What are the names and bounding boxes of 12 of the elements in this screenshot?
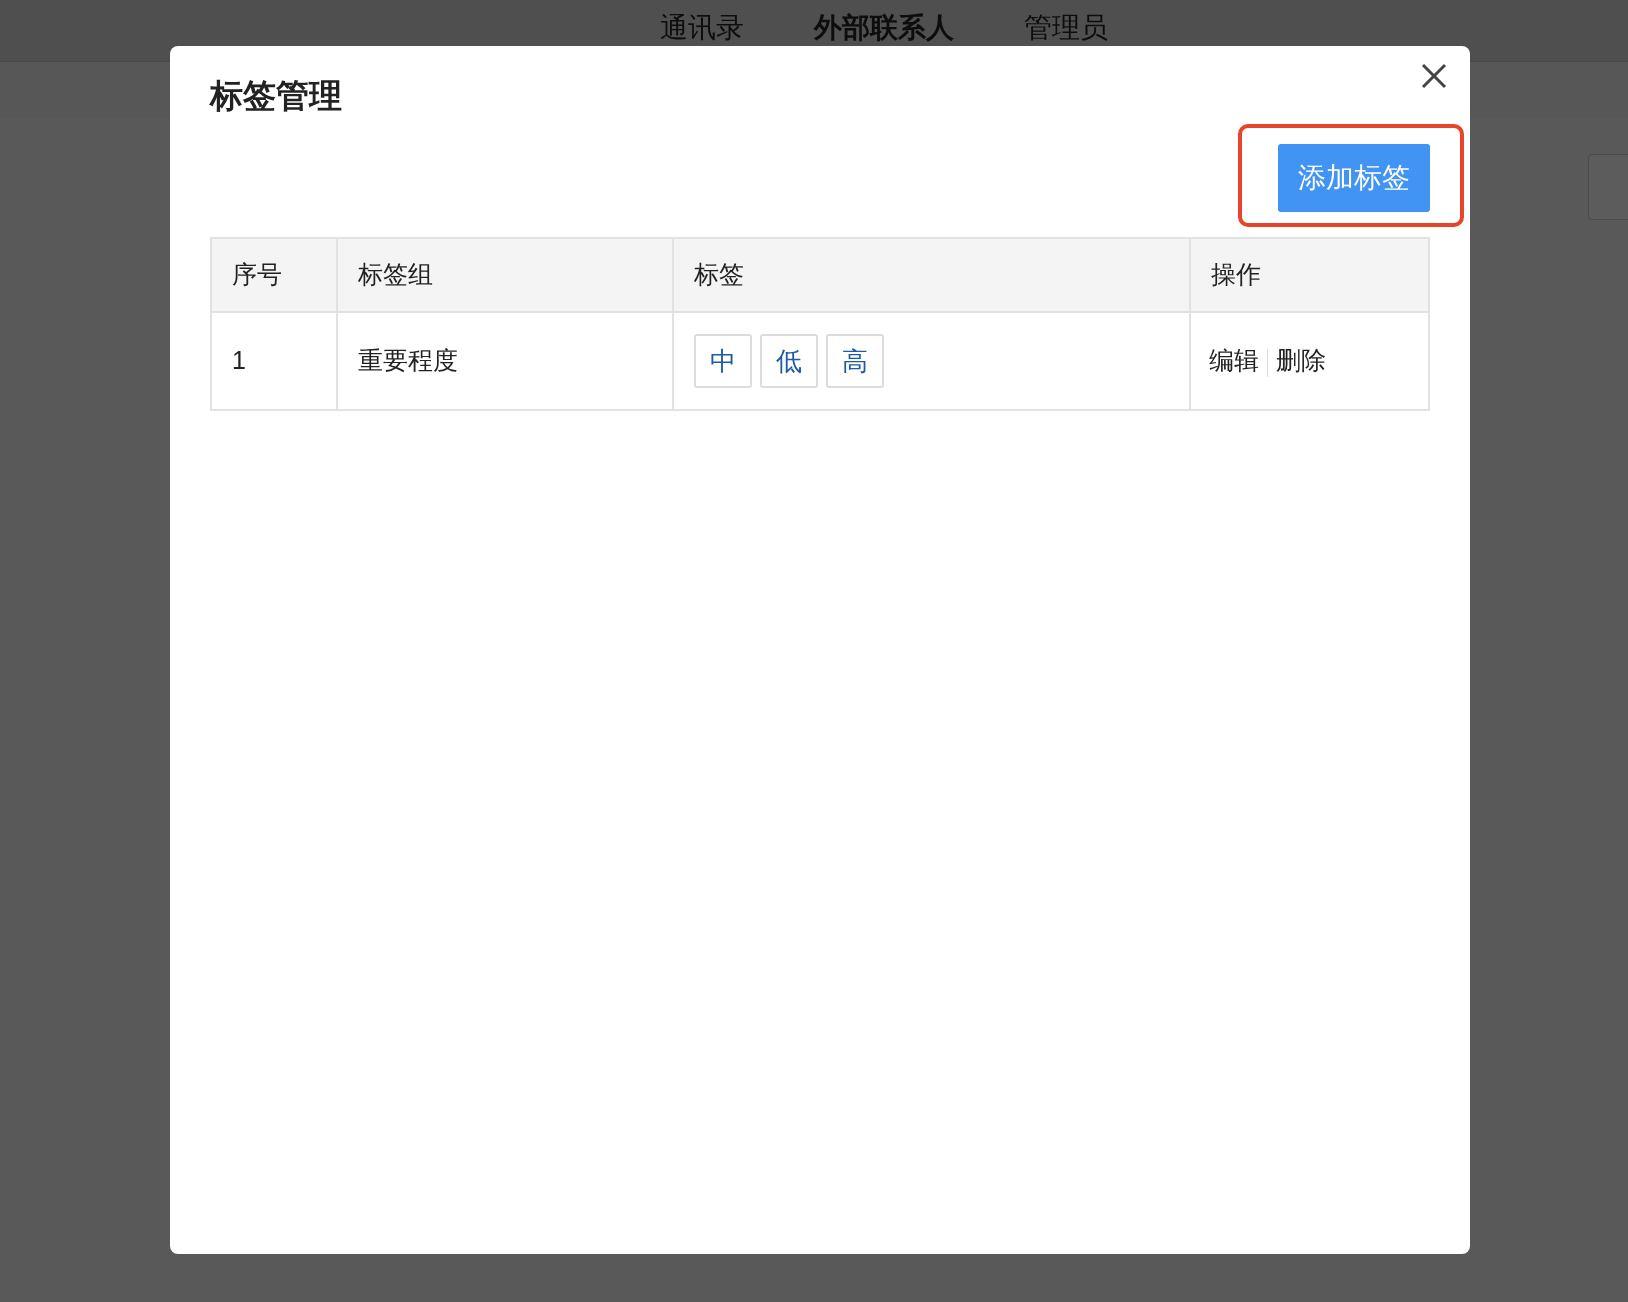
action-link[interactable]: 编辑: [1201, 342, 1268, 380]
table-cell: 重要程度: [336, 312, 674, 410]
tag-chip[interactable]: 低: [760, 334, 819, 388]
action-link[interactable]: 删除: [1268, 342, 1335, 380]
column-header: 标签组: [336, 238, 674, 312]
tag-chip[interactable]: 中: [694, 334, 753, 388]
column-header: 操作: [1190, 238, 1429, 312]
dialog-title: 标签管理: [210, 76, 343, 116]
tag-chip[interactable]: 高: [826, 334, 885, 388]
column-header: 标签: [673, 238, 1191, 312]
table-cell: 1: [211, 312, 337, 410]
column-header: 序号: [211, 238, 337, 312]
